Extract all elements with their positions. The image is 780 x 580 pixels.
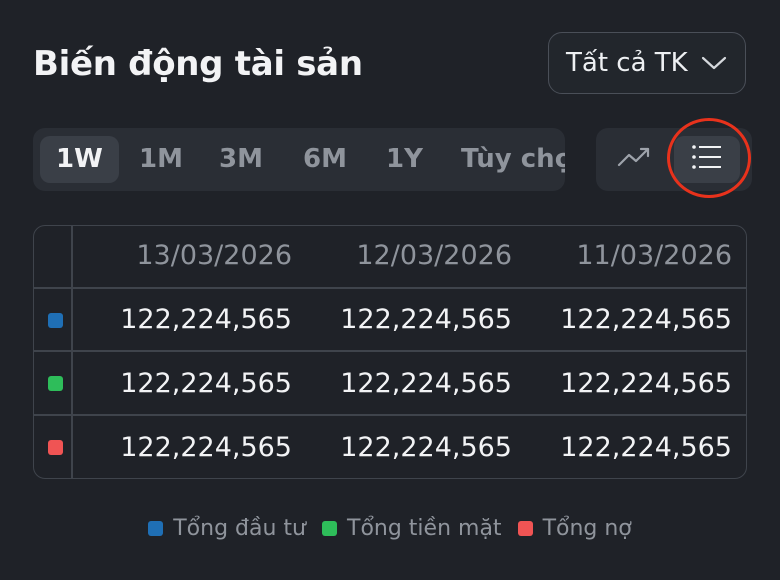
legend-label: Tổng tiền mặt bbox=[347, 516, 502, 541]
table-cell: 122,224,565 bbox=[340, 432, 512, 463]
legend-item-debt: Tổng nợ bbox=[517, 516, 632, 541]
legend-swatch bbox=[148, 521, 164, 536]
date-header: 11/03/2026 bbox=[576, 240, 732, 271]
account-select[interactable]: Tất cả TK bbox=[548, 32, 746, 94]
page-title: Biến động tài sản bbox=[33, 44, 363, 84]
legend-label: Tổng đầu tư bbox=[173, 516, 306, 541]
table-cell: 122,224,565 bbox=[340, 304, 512, 335]
legend-swatch bbox=[322, 521, 337, 536]
legend-swatch bbox=[517, 521, 533, 536]
date-header: 13/03/2026 bbox=[136, 240, 292, 271]
table-cell: 122,224,565 bbox=[120, 432, 292, 463]
investment-swatch bbox=[48, 313, 63, 328]
view-toggle bbox=[596, 128, 752, 191]
debt-swatch bbox=[48, 440, 63, 455]
date-header: 12/03/2026 bbox=[356, 240, 512, 271]
cash-swatch bbox=[48, 376, 63, 391]
table-cell: 122,224,565 bbox=[120, 368, 292, 399]
period-6m[interactable]: 6M bbox=[303, 136, 347, 183]
table-cell: 122,224,565 bbox=[560, 432, 732, 463]
period-1m[interactable]: 1M bbox=[139, 136, 183, 183]
table-cell: 122,224,565 bbox=[560, 304, 732, 335]
list-view-button[interactable] bbox=[674, 136, 740, 183]
legend-label: Tổng nợ bbox=[542, 516, 632, 541]
chevron-down-icon bbox=[701, 55, 727, 76]
trend-line-icon bbox=[617, 146, 651, 173]
legend: Tổng đầu tư Tổng tiền mặt Tổng nợ bbox=[0, 516, 780, 541]
table-cell: 122,224,565 bbox=[340, 368, 512, 399]
chart-view-button[interactable] bbox=[601, 136, 667, 183]
period-1y[interactable]: 1Y bbox=[386, 136, 423, 183]
legend-item-investment: Tổng đầu tư bbox=[148, 516, 306, 541]
period-selector: 1W 1M 3M 6M 1Y Tùy chọ bbox=[33, 128, 565, 191]
period-1w[interactable]: 1W bbox=[40, 136, 119, 183]
row-divider bbox=[34, 350, 746, 352]
account-select-value: Tất cả TK bbox=[566, 48, 688, 78]
legend-item-cash: Tổng tiền mặt bbox=[322, 516, 502, 541]
row-divider bbox=[34, 287, 746, 289]
table-cell: 122,224,565 bbox=[120, 304, 292, 335]
row-divider bbox=[34, 414, 746, 416]
column-divider bbox=[71, 226, 73, 478]
period-custom[interactable]: Tùy chọ bbox=[461, 136, 565, 183]
period-3m[interactable]: 3M bbox=[219, 136, 263, 183]
asset-table: 13/03/2026 12/03/2026 11/03/2026 122,224… bbox=[33, 225, 747, 479]
table-cell: 122,224,565 bbox=[560, 368, 732, 399]
list-icon bbox=[691, 143, 723, 176]
